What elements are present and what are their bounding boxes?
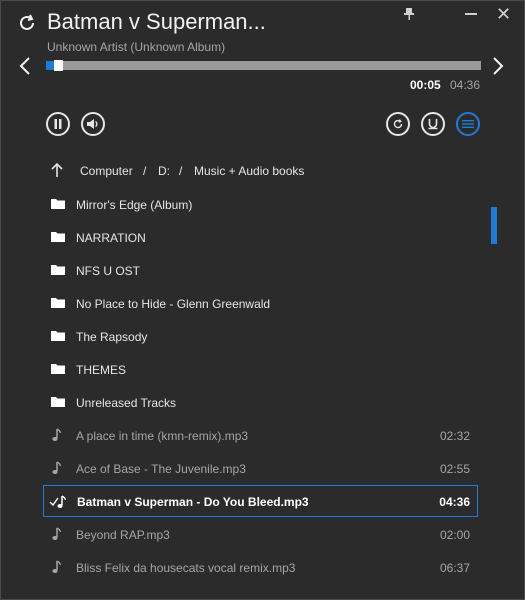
minimize-button[interactable] (465, 13, 477, 15)
music-note-icon (51, 527, 65, 541)
folder-icon (51, 230, 65, 244)
playlist-button[interactable] (456, 112, 480, 136)
current-time: 00:05 (410, 78, 441, 92)
up-arrow-icon[interactable] (50, 162, 64, 178)
music-note-icon (51, 461, 65, 475)
header: Batman v Superman... Unknown Artist (Unk… (1, 1, 524, 101)
track-duration: 02:55 (439, 462, 470, 476)
speaker-icon (87, 119, 98, 129)
folder-item[interactable]: NARRATION (1, 221, 524, 253)
folder-name: NARRATION (76, 231, 146, 245)
breadcrumb-drive[interactable]: D: (158, 164, 170, 178)
folder-icon (51, 263, 65, 277)
list-icon (462, 120, 474, 128)
track-name: Beyond RAP.mp3 (76, 528, 170, 542)
scrollbar-thumb[interactable] (491, 207, 497, 244)
folder-icon (51, 296, 65, 310)
folder-icon (51, 197, 65, 211)
track-name: Batman v Superman - Do You Bleed.mp3 (77, 495, 309, 509)
folder-item[interactable]: NFS U OST (1, 254, 524, 286)
playing-note-icon (49, 495, 71, 509)
track-duration: 02:00 (439, 528, 470, 542)
player-window: Batman v Superman... Unknown Artist (Unk… (0, 0, 525, 600)
track-duration: 02:32 (439, 429, 470, 443)
track-name: Ace of Base - The Juvenile.mp3 (76, 462, 246, 476)
folder-name: The Rapsody (76, 330, 148, 344)
pause-icon (54, 119, 62, 129)
folder-name: NFS U OST (76, 264, 141, 278)
track-item[interactable]: Ace of Base - The Juvenile.mp3 02:55 (1, 452, 524, 484)
track-name: Bliss Felix da housecats vocal remix.mp3 (76, 561, 296, 575)
magnet-icon (428, 119, 438, 130)
seek-bar-thumb[interactable] (54, 60, 63, 71)
breadcrumb-separator: / (179, 164, 183, 178)
refresh-icon[interactable] (17, 13, 37, 33)
total-time: 04:36 (450, 78, 481, 92)
track-title: Batman v Superman... (47, 9, 266, 34)
track-item[interactable]: Beyond RAP.mp3 02:00 (1, 518, 524, 550)
seek-bar[interactable] (46, 60, 481, 71)
folder-item[interactable]: No Place to Hide - Glenn Greenwald (1, 287, 524, 319)
folder-item[interactable]: Mirror's Edge (Album) (1, 188, 524, 220)
track-item[interactable]: Bliss Felix da housecats vocal remix.mp3… (1, 551, 524, 583)
folder-name: Mirror's Edge (Album) (76, 198, 193, 212)
folder-item[interactable]: THEMES (1, 353, 524, 385)
folder-icon (51, 362, 65, 376)
pin-icon[interactable] (402, 7, 416, 21)
breadcrumb: Computer / D: / Music + Audio books (1, 158, 524, 184)
repeat-icon (393, 119, 403, 129)
folder-name: Unreleased Tracks (76, 396, 177, 410)
track-duration: 06:37 (439, 561, 470, 575)
volume-button[interactable] (81, 112, 105, 136)
breadcrumb-folder[interactable]: Music + Audio books (194, 164, 304, 178)
track-subtitle: Unknown Artist (Unknown Album) (47, 40, 226, 54)
current-track-item[interactable]: Batman v Superman - Do You Bleed.mp3 04:… (43, 485, 478, 517)
previous-track-icon[interactable] (19, 57, 31, 75)
folder-icon (51, 395, 65, 409)
seek-bar-fill (46, 61, 54, 70)
track-name: A place in time (kmn-remix).mp3 (76, 429, 249, 443)
close-button[interactable]: ✕ (496, 4, 511, 25)
folder-item[interactable]: The Rapsody (1, 320, 524, 352)
folder-icon (51, 329, 65, 343)
pause-button[interactable] (46, 112, 70, 136)
folder-name: No Place to Hide - Glenn Greenwald (76, 297, 271, 311)
folder-name: THEMES (76, 363, 127, 377)
breadcrumb-computer[interactable]: Computer (80, 164, 133, 178)
folder-item[interactable]: Unreleased Tracks (1, 386, 524, 418)
shuffle-button[interactable] (421, 112, 445, 136)
repeat-button[interactable] (386, 112, 410, 136)
music-note-icon (51, 428, 65, 442)
next-track-icon[interactable] (492, 57, 504, 75)
music-note-icon (51, 560, 65, 574)
breadcrumb-separator: / (143, 164, 147, 178)
track-item[interactable]: A place in time (kmn-remix).mp3 02:32 (1, 419, 524, 451)
track-duration: 04:36 (439, 495, 470, 509)
